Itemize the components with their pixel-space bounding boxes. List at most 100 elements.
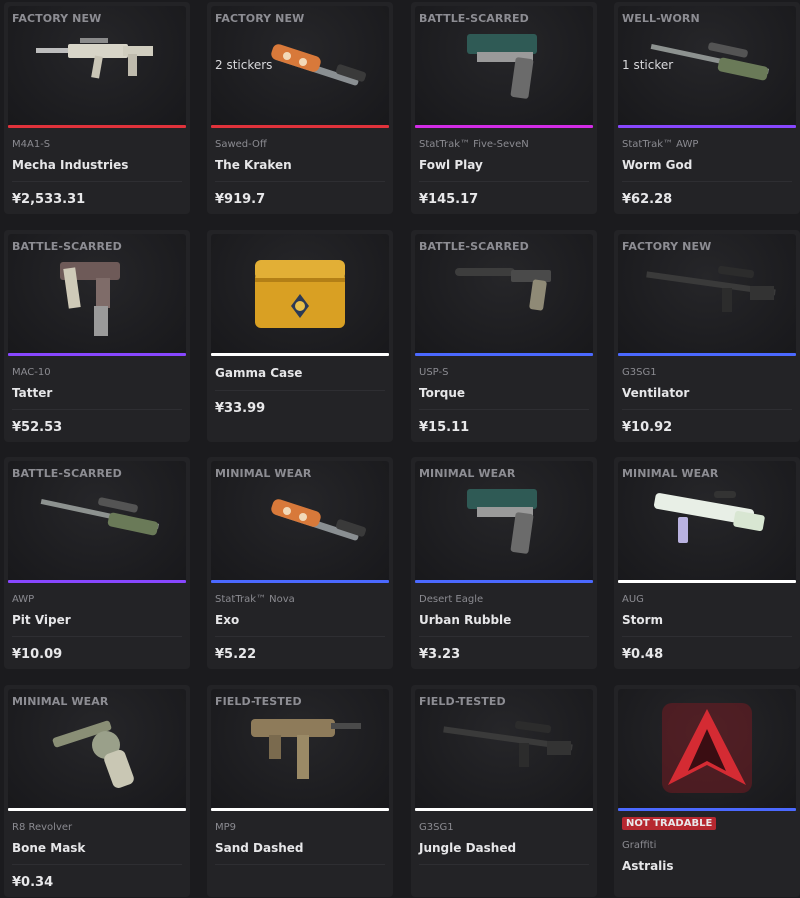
rarity-bar [618,808,796,811]
sticker-count: 2 stickers [215,58,273,72]
sticker-count: 1 sticker [622,58,674,72]
rarity-bar [618,353,796,356]
item-name: Gamma Case [215,366,303,380]
item-type: Desert Eagle [419,594,484,605]
divider [215,864,385,865]
item-name: Tatter [12,386,53,400]
wear-label: FACTORY NEW [215,12,305,25]
item-card[interactable]: Gamma Case ¥33.99 [207,230,393,442]
divider [419,636,589,637]
divider [419,409,589,410]
wear-label: FIELD-TESTED [215,695,302,708]
item-name: Fowl Play [419,158,483,172]
item-card[interactable]: MINIMAL WEAR Desert Eagle Urban Rubble ¥3.2… [411,457,597,669]
item-card[interactable]: WELL-WORN 1 sticker StatTrak™ AWP Worm God ¥… [614,2,800,214]
wear-label: MINIMAL WEAR [419,467,516,480]
item-type: G3SG1 [419,822,454,833]
wear-label: MINIMAL WEAR [622,467,719,480]
item-type: AUG [622,594,644,605]
item-name: Sand Dashed [215,841,304,855]
divider [12,181,182,182]
rarity-bar [211,580,389,583]
item-name: Storm [622,613,664,627]
item-type: Graffiti [622,840,657,851]
item-price: ¥10.92 [622,420,673,435]
item-price: ¥0.34 [12,875,54,890]
item-card[interactable]: FACTORY NEW G3SG1 Ventilator ¥10.92 [614,230,800,442]
wear-label: FIELD-TESTED [419,695,506,708]
case-art [255,260,345,328]
item-price: ¥5.22 [215,647,257,662]
item-price: ¥33.99 [215,401,266,416]
divider [622,409,792,410]
item-type: M4A1-S [12,139,51,150]
item-type: USP-S [419,367,449,378]
item-price: ¥15.11 [419,420,470,435]
divider [419,181,589,182]
item-name: Jungle Dashed [419,841,517,855]
divider [12,636,182,637]
item-price: ¥2,533.31 [12,192,86,207]
item-type: Sawed-Off [215,139,267,150]
item-card[interactable]: MINIMAL WEAR AUG Storm ¥0.48 [614,457,800,669]
rarity-bar [415,125,593,128]
divider [419,864,589,865]
rarity-bar [211,808,389,811]
divider [622,181,792,182]
item-type: StatTrak™ Five-SeveN [419,139,529,150]
item-card[interactable]: FIELD-TESTED G3SG1 Jungle Dashed [411,685,597,897]
graffiti-art [662,703,752,793]
not-tradable-badge: NOT TRADABLE [622,817,717,830]
item-name: Ventilator [622,386,690,400]
rarity-bar [415,353,593,356]
wear-label: MINIMAL WEAR [12,695,109,708]
item-card[interactable]: BATTLE-SCARRED MAC-10 Tatter ¥52.53 [4,230,190,442]
item-price: ¥919.7 [215,192,266,207]
item-card[interactable]: FIELD-TESTED MP9 Sand Dashed [207,685,393,897]
item-name: Urban Rubble [419,613,512,627]
item-type: StatTrak™ AWP [622,139,699,150]
item-card[interactable]: BATTLE-SCARRED StatTrak™ Five-SeveN Fowl P… [411,2,597,214]
item-price: ¥10.09 [12,647,63,662]
wear-label: FACTORY NEW [12,12,102,25]
item-price: ¥0.48 [622,647,664,662]
divider [215,181,385,182]
item-card[interactable]: MINIMAL WEAR StatTrak™ Nova Exo ¥5.22 [207,457,393,669]
item-price: ¥145.17 [419,192,479,207]
divider [12,409,182,410]
item-card[interactable]: BATTLE-SCARRED AWP Pit Viper ¥10.09 [4,457,190,669]
item-name: Torque [419,386,466,400]
item-card[interactable]: MINIMAL WEAR R8 Revolver Bone Mask ¥0.34 [4,685,190,897]
wear-label: BATTLE-SCARRED [419,240,529,253]
item-name: Mecha Industries [12,158,129,172]
divider [622,636,792,637]
item-name: Bone Mask [12,841,86,855]
divider [215,636,385,637]
item-type: StatTrak™ Nova [215,594,295,605]
item-card[interactable]: NOT TRADABLE Graffiti Astralis [614,685,800,897]
inventory-grid: FACTORY NEW M4A1-S Mecha Industries ¥2,533.… [0,0,800,898]
rarity-bar [8,580,186,583]
item-name: The Kraken [215,158,292,172]
item-card[interactable]: FACTORY NEW M4A1-S Mecha Industries ¥2,533.… [4,2,190,214]
item-card[interactable]: FACTORY NEW 2 stickers Sawed-Off The Kraken… [207,2,393,214]
rarity-bar [415,808,593,811]
item-type: MP9 [215,822,237,833]
item-name: Pit Viper [12,613,71,627]
item-price: ¥62.28 [622,192,673,207]
item-type: AWP [12,594,35,605]
wear-label: BATTLE-SCARRED [419,12,529,25]
rarity-bar [618,580,796,583]
rarity-bar [8,125,186,128]
item-type: R8 Revolver [12,822,73,833]
divider [215,390,385,391]
item-price: ¥52.53 [12,420,63,435]
rarity-bar [8,353,186,356]
item-price: ¥3.23 [419,647,461,662]
item-card[interactable]: BATTLE-SCARRED USP-S Torque ¥15.11 [411,230,597,442]
rarity-bar [415,580,593,583]
wear-label: BATTLE-SCARRED [12,240,122,253]
divider [12,864,182,865]
item-name: Worm God [622,158,693,172]
item-type: MAC-10 [12,367,51,378]
